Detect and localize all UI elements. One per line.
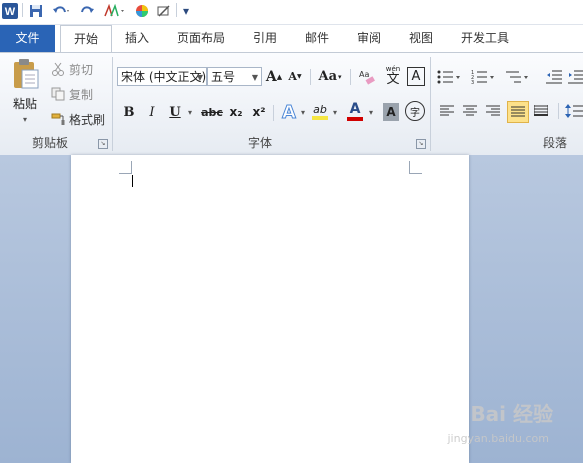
color-wheel-icon[interactable]	[134, 3, 150, 19]
document-page[interactable]	[71, 155, 469, 463]
enclose-characters-button[interactable]: 字	[405, 101, 425, 121]
text-effects-button[interactable]: A	[280, 101, 298, 123]
clipboard-group-label: 剪贴板	[31, 136, 68, 150]
underline-dropdown-icon[interactable]: ▾	[186, 103, 194, 121]
group-divider	[310, 69, 311, 85]
clipboard-launcher-icon[interactable]: ↘	[98, 139, 108, 149]
font-name-value: 宋体 (中文正文)	[121, 70, 207, 84]
margin-corner-mark	[119, 161, 132, 174]
paintbrush-icon	[50, 112, 66, 126]
tab-page-layout[interactable]: 页面布局	[168, 25, 234, 52]
tab-insert[interactable]: 插入	[115, 25, 159, 52]
text-cursor	[132, 175, 133, 187]
grow-font-button[interactable]: A ▲	[266, 67, 282, 86]
tab-references[interactable]: 引用	[243, 25, 287, 52]
justify-icon[interactable]	[507, 101, 529, 123]
font-name-combo[interactable]: 宋体 (中文正文) ▼	[117, 67, 207, 86]
font-launcher-icon[interactable]: ↘	[416, 139, 426, 149]
italic-button[interactable]: I	[144, 103, 160, 121]
paste-icon[interactable]	[6, 57, 44, 91]
bullets-icon[interactable]	[437, 67, 461, 86]
character-shading-button[interactable]: A	[383, 103, 399, 121]
change-case-button[interactable]: Aa ▾	[316, 67, 344, 86]
svg-text:Aa: Aa	[359, 70, 369, 79]
text-effects-dropdown-icon[interactable]: ▾	[299, 103, 307, 121]
copy-button[interactable]: 复制	[50, 84, 110, 104]
superscript-button[interactable]: x²	[250, 103, 268, 121]
customize-qat-button[interactable]: ▾	[180, 3, 192, 19]
quick-access-toolbar: W ▾	[0, 0, 583, 25]
format-painter-qat-icon[interactable]	[102, 3, 126, 19]
paste-button[interactable]: 粘贴	[6, 95, 44, 111]
word-logo-icon: W	[2, 3, 18, 19]
tab-file[interactable]: 文件	[0, 25, 55, 52]
font-size-value: 五号	[211, 70, 236, 84]
group-divider	[273, 105, 274, 121]
undo-icon[interactable]	[50, 3, 72, 19]
clear-formatting-icon[interactable]: Aa	[358, 67, 376, 86]
numbering-icon[interactable]: 123	[471, 67, 495, 86]
line-spacing-icon[interactable]	[565, 102, 583, 120]
group-divider	[350, 69, 351, 85]
qat-divider	[176, 3, 177, 17]
format-painter-button[interactable]: 格式刷	[50, 109, 112, 129]
cut-label: 剪切	[69, 62, 94, 77]
redo-icon[interactable]	[80, 3, 96, 19]
font-color-dropdown-icon[interactable]: ▾	[367, 103, 375, 121]
format-painter-label: 格式刷	[69, 112, 106, 127]
group-divider	[430, 57, 431, 151]
scissors-icon	[50, 62, 66, 76]
highlight-swatch	[312, 115, 328, 120]
save-icon[interactable]	[28, 3, 44, 19]
align-right-icon[interactable]	[484, 102, 502, 120]
paste-dropdown-icon[interactable]: ▾	[18, 113, 32, 125]
ribbon: 粘贴 ▾ 剪切 复制 格式刷 剪贴板 ↘ 宋体 (中文正文) ▼ 五号 ▼ A ▲…	[0, 52, 583, 156]
paragraph-group-label: 段落	[542, 136, 567, 150]
group-divider	[112, 57, 113, 151]
tab-mailings[interactable]: 邮件	[295, 25, 339, 52]
copy-label: 复制	[69, 87, 94, 102]
watermark-url: jingyan.baidu.com	[447, 432, 549, 445]
phonetic-guide-button[interactable]: wén 文	[382, 65, 404, 87]
decrease-indent-icon[interactable]	[545, 67, 563, 86]
tab-view[interactable]: 视图	[399, 25, 443, 52]
cut-button[interactable]: 剪切	[50, 59, 110, 79]
ribbon-tab-bar: 文件 开始 插入 页面布局 引用 邮件 审阅 视图 开发工具	[0, 25, 583, 53]
watermark-logo: Bai 经验	[470, 402, 553, 426]
font-color-button[interactable]: A	[345, 99, 365, 123]
chevron-down-icon: ▼	[196, 73, 203, 82]
strikethrough-button[interactable]: abc	[201, 103, 223, 121]
font-group-label: 字体	[247, 136, 272, 150]
draw-table-icon[interactable]	[156, 3, 172, 19]
align-left-icon[interactable]	[438, 102, 456, 120]
tab-home[interactable]: 开始	[60, 25, 112, 53]
margin-corner-mark	[409, 161, 422, 174]
copy-icon	[50, 87, 66, 101]
font-size-combo[interactable]: 五号 ▼	[207, 67, 262, 86]
bold-button[interactable]: B	[121, 103, 137, 121]
underline-button[interactable]: U	[167, 103, 183, 121]
character-border-button[interactable]: A	[407, 67, 425, 86]
svg-text:3: 3	[471, 80, 474, 85]
group-divider	[558, 103, 559, 119]
distributed-icon[interactable]	[532, 102, 550, 120]
highlight-button[interactable]: ab	[310, 99, 330, 123]
shrink-font-button[interactable]: A ▼	[287, 67, 303, 86]
multilevel-list-icon[interactable]	[505, 67, 529, 86]
qat-divider	[22, 3, 23, 17]
font-color-swatch	[347, 117, 363, 121]
increase-indent-icon[interactable]	[568, 67, 583, 86]
align-center-icon[interactable]	[461, 102, 479, 120]
subscript-button[interactable]: x₂	[227, 103, 245, 121]
highlight-dropdown-icon[interactable]: ▾	[331, 103, 339, 121]
chevron-down-icon: ▼	[251, 73, 258, 82]
tab-review[interactable]: 审阅	[347, 25, 391, 52]
tab-developer[interactable]: 开发工具	[452, 25, 518, 52]
svg-text:W: W	[5, 6, 16, 18]
